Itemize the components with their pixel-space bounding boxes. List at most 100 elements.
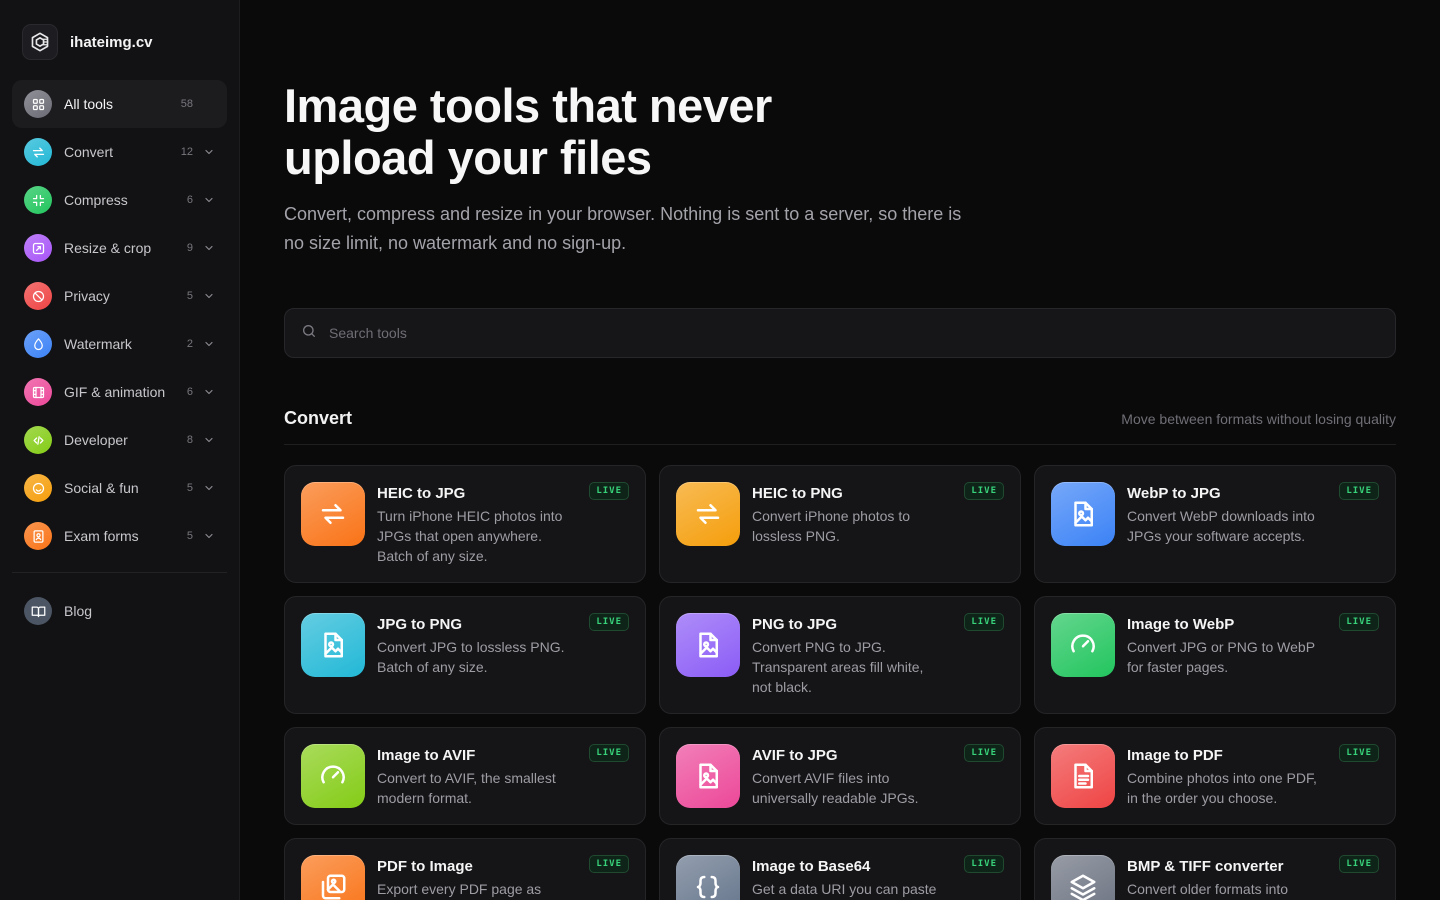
status-badge: LIVE <box>1339 613 1379 631</box>
tool-card-description: Convert JPG or PNG to WebP for faster pa… <box>1127 639 1315 675</box>
sidebar-nav: All tools 58 Convert 12 Compress 6 Resize & cr… <box>12 80 227 560</box>
sidebar-item-label: Convert <box>64 144 114 160</box>
sidebar-item-blog[interactable]: Blog <box>12 587 227 635</box>
main-content: Image tools that never upload your files… <box>240 0 1440 900</box>
sidebar-item-privacy[interactable]: Privacy 5 <box>12 272 227 320</box>
convert-icon <box>24 138 52 166</box>
sidebar-item-compress[interactable]: Compress 6 <box>12 176 227 224</box>
tool-card[interactable]: Image to AVIF Convert to AVIF, the smalle… <box>284 727 646 825</box>
document-icon <box>1051 744 1115 808</box>
chevron-down-icon[interactable] <box>193 242 215 254</box>
tool-card-description: Convert WebP downloads into JPGs your so… <box>1127 508 1315 544</box>
search-icon <box>301 323 317 344</box>
compress-icon <box>24 186 52 214</box>
tool-card[interactable]: Image to PDF Combine photos into one PDF,… <box>1034 727 1396 825</box>
smile-icon <box>24 474 52 502</box>
sidebar-item-label: Blog <box>64 603 93 619</box>
search-input[interactable] <box>329 325 1379 341</box>
chevron-down-icon[interactable] <box>193 338 215 350</box>
tool-card-description: Convert older formats into JPG, PNG or W… <box>1127 881 1289 897</box>
chevron-down-icon[interactable] <box>193 146 215 158</box>
sidebar-divider <box>12 572 227 573</box>
sidebar-item-count: 5 <box>186 530 193 542</box>
gauge-icon <box>1051 613 1115 677</box>
sidebar-item-count: 8 <box>186 434 193 446</box>
tool-card[interactable]: Image to WebP Convert JPG or PNG to WebP … <box>1034 596 1396 714</box>
sidebar-item-count: 2 <box>186 338 193 350</box>
tool-card-description: Turn iPhone HEIC photos into JPGs that o… <box>377 508 563 564</box>
status-badge: LIVE <box>964 855 1004 873</box>
sidebar-item-count: 6 <box>186 386 193 398</box>
code-icon <box>24 426 52 454</box>
tools-grid: HEIC to JPG Turn iPhone HEIC photos into … <box>284 465 1396 900</box>
section-title: Convert <box>284 408 353 428</box>
image-file-icon <box>676 744 740 808</box>
chevron-down-icon[interactable] <box>193 386 215 398</box>
sidebar-item-label: Watermark <box>64 336 132 352</box>
tool-card-title: Image to Base64 <box>752 858 871 875</box>
tool-card[interactable]: BMP & TIFF converter Convert older format… <box>1034 838 1396 900</box>
sidebar-item-all-tools[interactable]: All tools 58 <box>12 80 227 128</box>
page-title-line-1: Image tools that never <box>284 79 772 132</box>
sidebar-item-social-fun[interactable]: Social & fun 5 <box>12 464 227 512</box>
status-badge: LIVE <box>964 482 1004 500</box>
sidebar-item-exam-forms[interactable]: Exam forms 5 <box>12 512 227 560</box>
crop-icon <box>24 234 52 262</box>
tool-card[interactable]: Image to Base64 Get a data URI you can pa… <box>659 838 1021 900</box>
tool-card[interactable]: HEIC to JPG Turn iPhone HEIC photos into … <box>284 465 646 583</box>
braces-icon <box>676 855 740 900</box>
chevron-down-icon[interactable] <box>193 194 215 206</box>
sidebar-item-label: All tools <box>64 96 114 112</box>
tool-card-title: Image to WebP <box>1127 616 1235 633</box>
tool-card-title: Image to AVIF <box>377 747 476 764</box>
tool-card-title: HEIC to JPG <box>377 485 466 502</box>
tool-card[interactable]: PNG to JPG Convert PNG to JPG. Transparen… <box>659 596 1021 714</box>
brand-name: ihateimg.cv <box>70 33 153 51</box>
search-bar[interactable] <box>284 308 1396 358</box>
tool-card-description: Convert PNG to JPG. Transparent areas fi… <box>752 639 924 695</box>
sidebar-item-gif-animation[interactable]: GIF & animation 6 <box>12 368 227 416</box>
sidebar-item-count: 12 <box>180 146 193 158</box>
tool-card-description: Convert JPG to lossless PNG. Batch of an… <box>377 639 565 675</box>
tool-card[interactable]: JPG to PNG Convert JPG to lossless PNG. B… <box>284 596 646 714</box>
page-subtitle: Convert, compress and resize in your bro… <box>284 204 962 253</box>
sidebar-item-developer[interactable]: Developer 8 <box>12 416 227 464</box>
sidebar-item-label: GIF & animation <box>64 384 166 400</box>
chevron-down-icon[interactable] <box>193 530 215 542</box>
tool-card[interactable]: HEIC to PNG Convert iPhone photos to loss… <box>659 465 1021 583</box>
sidebar-item-count: 5 <box>186 482 193 494</box>
sidebar-item-label: Resize & crop <box>64 240 152 256</box>
tool-card-description: Combine photos into one PDF, in the orde… <box>1127 770 1317 806</box>
tool-card-title: HEIC to PNG <box>752 485 843 502</box>
tool-card-title: Image to PDF <box>1127 747 1223 764</box>
sidebar-item-resize-crop[interactable]: Resize & crop 9 <box>12 224 227 272</box>
sidebar-item-convert[interactable]: Convert 12 <box>12 128 227 176</box>
status-badge: LIVE <box>1339 744 1379 762</box>
tool-card[interactable]: WebP to JPG Convert WebP downloads into J… <box>1034 465 1396 583</box>
tool-card[interactable]: AVIF to JPG Convert AVIF files into unive… <box>659 727 1021 825</box>
sidebar-item-watermark[interactable]: Watermark 2 <box>12 320 227 368</box>
book-icon <box>24 597 52 625</box>
images-icon <box>301 855 365 900</box>
convert-icon <box>301 482 365 546</box>
tool-card-title: AVIF to JPG <box>752 747 838 764</box>
brand[interactable]: ihateimg.cv <box>12 20 227 80</box>
image-file-icon <box>301 613 365 677</box>
gauge-icon <box>301 744 365 808</box>
chevron-down-icon[interactable] <box>193 434 215 446</box>
tool-card[interactable]: PDF to Image Export every PDF page as JPG… <box>284 838 646 900</box>
app-root: ihateimg.cv All tools 58 Convert 12 Compress… <box>0 0 1440 900</box>
page-title-line-2: upload your files <box>284 131 652 184</box>
tool-card-title: BMP & TIFF converter <box>1127 858 1284 875</box>
sidebar-item-label: Developer <box>64 432 128 448</box>
grid-icon <box>24 90 52 118</box>
sidebar-item-label: Social & fun <box>64 480 139 496</box>
section-header: Convert Move between formats without los… <box>284 408 1396 445</box>
chevron-down-icon[interactable] <box>193 290 215 302</box>
tool-card-title: PDF to Image <box>377 858 473 875</box>
status-badge: LIVE <box>1339 482 1379 500</box>
chevron-down-icon[interactable] <box>193 482 215 494</box>
sidebar-item-count: 9 <box>186 242 193 254</box>
tool-card-title: JPG to PNG <box>377 616 463 633</box>
section-description: Move between formats without losing qual… <box>1121 410 1396 427</box>
